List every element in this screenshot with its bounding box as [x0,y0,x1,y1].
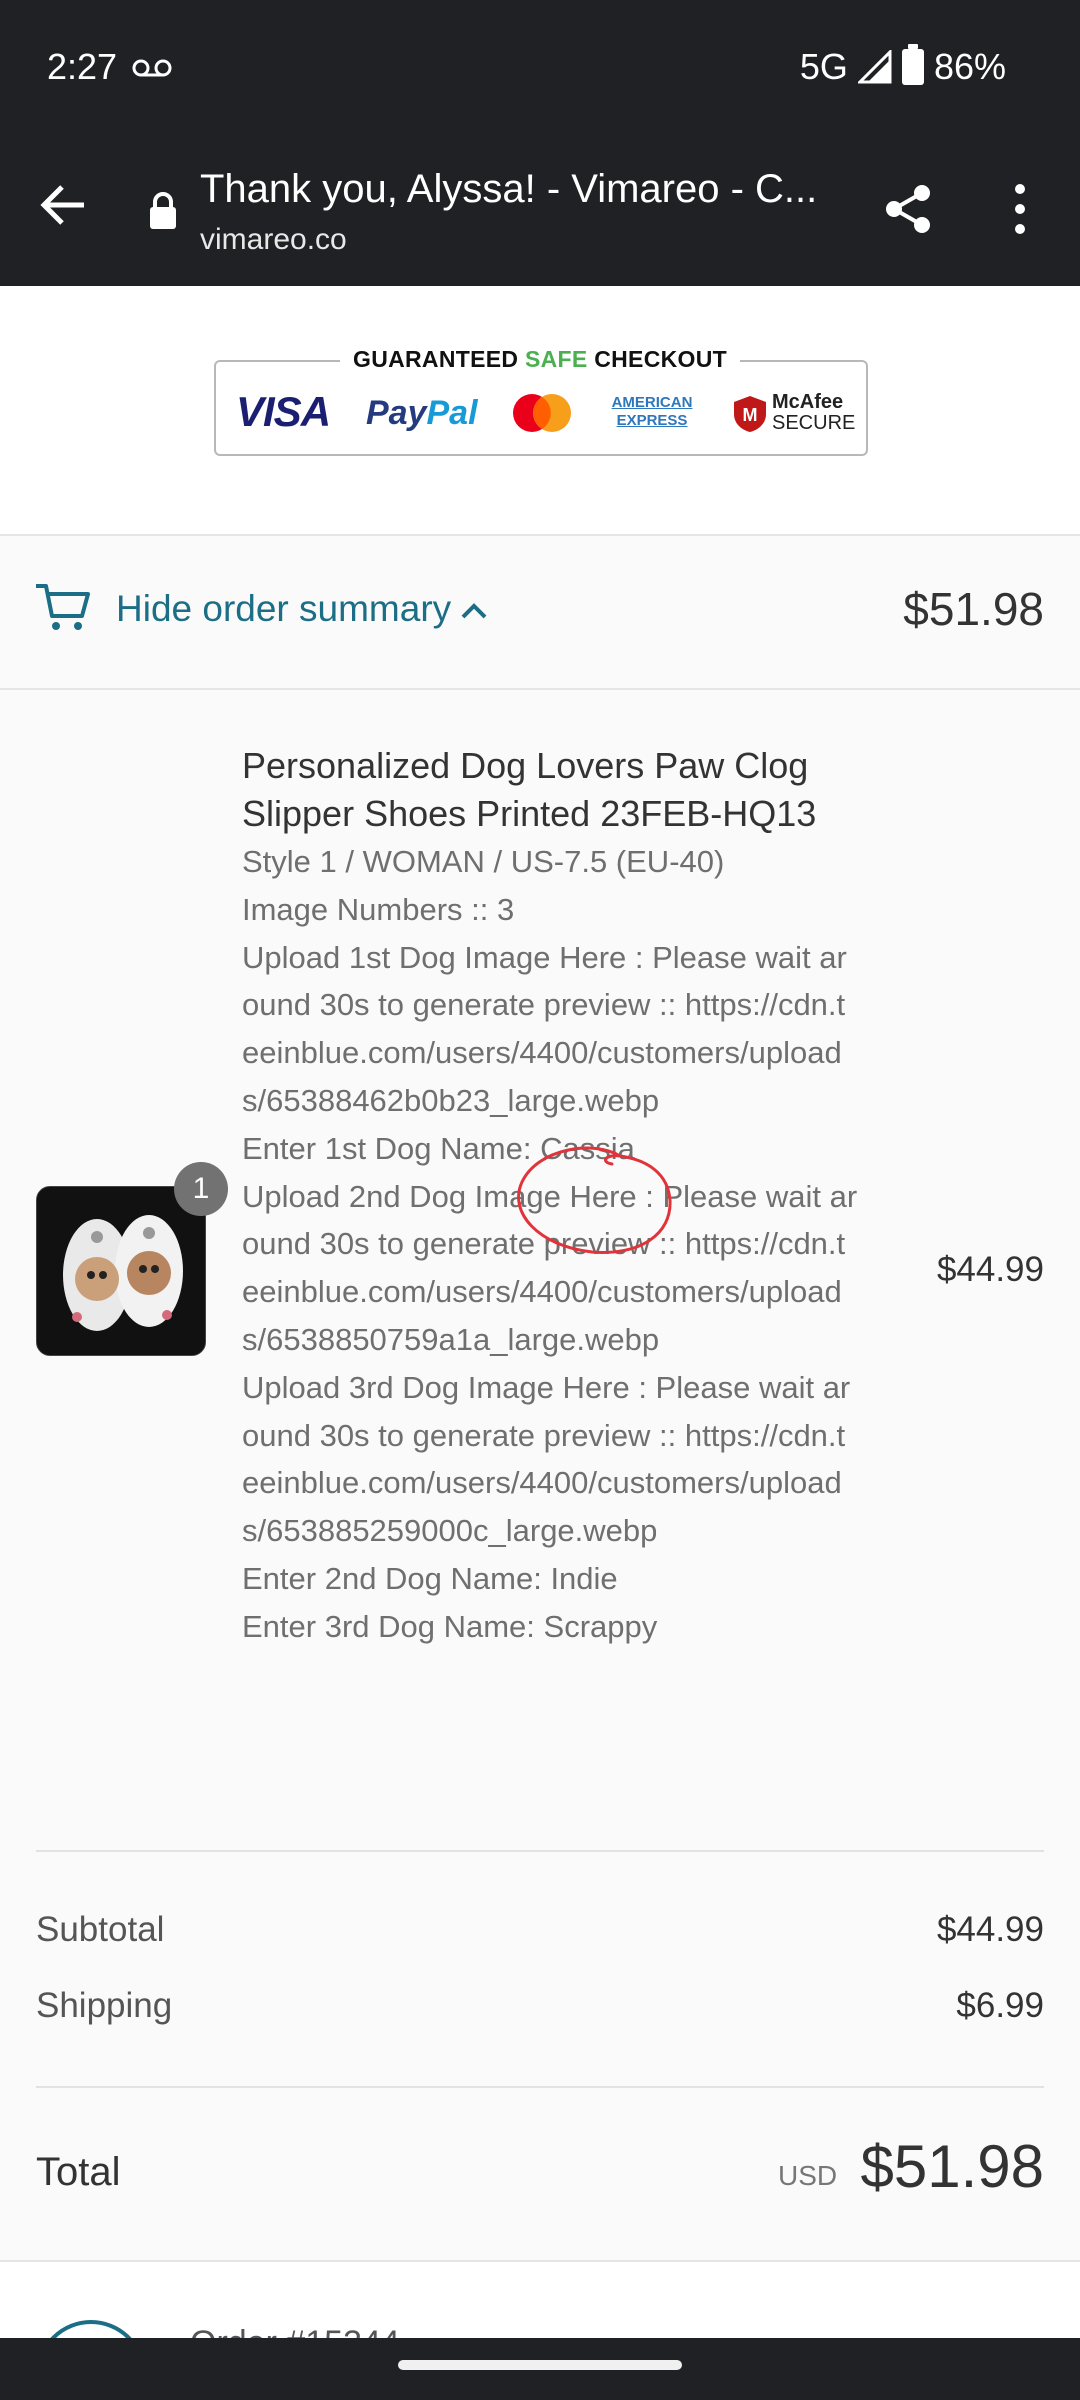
svg-text:M: M [743,405,758,425]
signal-icon [857,50,892,84]
total-value: $51.98 [860,2133,1044,2200]
back-arrow-icon[interactable] [36,177,92,233]
handwritten-circle-annotation [517,1146,672,1254]
quantity-badge: 1 [174,1162,228,1216]
clog-shoes-image [37,1187,205,1355]
lock-icon[interactable] [148,191,178,231]
subtotal-value: $44.99 [936,1910,1044,1949]
total-label: Total [36,2150,121,2194]
more-options-icon[interactable] [1000,179,1040,239]
product-property: Enter 3rd Dog Name: Scrappy [242,1608,658,1644]
shipping-value: $6.99 [956,1986,1044,2025]
battery-percent: 86% [933,46,1006,87]
order-summary-toggle[interactable]: Hide order summary $51.98 [0,538,1080,690]
status-indicators: 5G 86% [799,44,1006,88]
subtotal-label: Subtotal [36,1910,165,1949]
summary-total: $51.98 [903,583,1044,635]
hide-order-summary-link[interactable]: Hide order summary [116,588,451,630]
product-name: Personalized Dog Lovers Paw Clog Slipper… [242,745,817,834]
trust-badge-title: GUARANTEED SAFE CHECKOUT [340,346,740,373]
shipping-label: Shipping [36,1986,173,2025]
voicemail-icon [132,59,172,77]
status-time: 2:27 [47,46,118,87]
cart-icon [36,584,90,630]
trust-badge-section: GUARANTEED SAFE CHECKOUT VISA PayPal AME… [0,286,1080,536]
product-property: Upload 3rd Dog Image Here : Please wait … [242,1369,851,1549]
product-image [36,1186,206,1356]
mastercard-logo [513,394,571,432]
divider [36,2086,1044,2088]
paypal-logo: PayPal [366,394,478,432]
product-property: Upload 1st Dog Image Here : Please wait … [242,939,847,1118]
divider [36,1850,1044,1852]
chevron-up-icon [461,603,487,619]
product-price: $44.99 [936,1250,1044,1289]
home-gesture-handle[interactable] [398,2360,682,2370]
share-icon[interactable] [880,181,936,237]
amex-logo: AMERICAN EXPRESS [611,394,693,429]
network-type: 5G [799,46,848,87]
product-property: Enter 2nd Dog Name: Indie [242,1560,618,1596]
status-bar: 2:27 5G 86% [0,0,1080,135]
battery-icon [901,44,924,85]
product-property: Image Numbers :: 3 [242,891,515,927]
visa-logo: VISA [236,388,331,435]
product-property: Style 1 / WOMAN / US-7.5 (EU-40) [242,844,725,879]
mcafee-shield-icon: M [734,396,766,432]
system-nav-bar [0,2338,1080,2400]
currency-code: USD [778,2160,838,2191]
mcafee-logo: M McAfee SECURE [732,390,855,436]
order-confirmation-section: Order #15344 [0,2260,1080,2340]
browser-toolbar: Thank you, Alyssa! - Vimareo - C... vima… [0,135,1080,286]
page-url[interactable]: vimareo.co [200,223,347,257]
page-title[interactable]: Thank you, Alyssa! - Vimareo - C... [200,167,840,212]
order-details: 1 Personalized Dog Lovers Paw Clog Slipp… [0,690,1080,2260]
check-circle-icon [36,2320,146,2340]
